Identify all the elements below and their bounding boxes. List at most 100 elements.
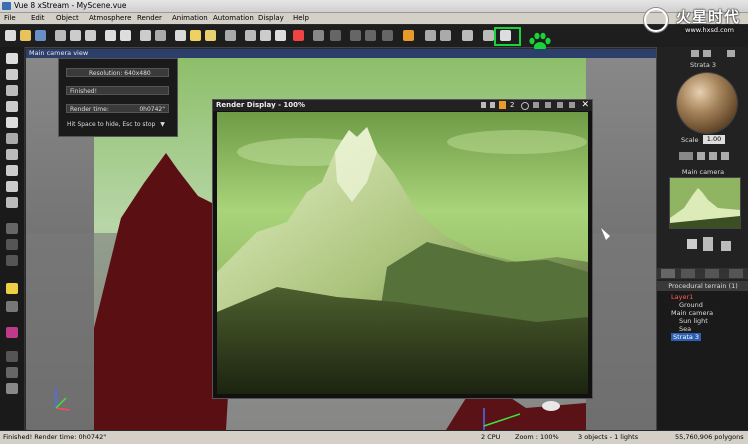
view-options-icon[interactable] [330,30,341,41]
camera-icon[interactable] [6,181,18,192]
material-option-icon[interactable] [697,152,705,160]
material-option-icon[interactable] [709,152,717,160]
material-option-icon[interactable] [721,152,729,160]
material-icon[interactable] [225,30,236,41]
status-bar: Finished! Render time: 0h0742" 2 CPU Zoo… [0,431,748,444]
weather-icon[interactable] [205,30,216,41]
animation-icon[interactable] [462,30,473,41]
nav-back-icon[interactable] [691,50,699,57]
material-title: Strata 3 [689,61,717,69]
redo-icon[interactable] [120,30,131,41]
panel-options-icon[interactable] [727,50,735,57]
cube-icon[interactable] [6,197,18,208]
new-icon[interactable] [5,30,16,41]
render-display-window[interactable]: Render Display - 100% 2 ✕ [212,99,593,399]
sphere-icon[interactable] [6,69,18,80]
hide-hint[interactable]: Hit Space to hide, Esc to stop ▼ [67,121,175,128]
tab-library[interactable] [705,269,719,278]
resolution-text: Resolution: 640x480 [89,70,151,77]
terrain-icon[interactable] [6,85,18,96]
undo-icon[interactable] [105,30,116,41]
bulb-icon[interactable] [6,383,18,394]
menu-automation[interactable]: Automation [213,14,254,22]
brush-icon[interactable] [275,30,286,41]
save-icon[interactable] [35,30,46,41]
group-icon[interactable] [6,223,18,234]
fog-icon[interactable] [6,301,18,312]
stop-icon[interactable] [490,102,495,108]
render-region-icon[interactable] [499,101,506,109]
save-render-icon[interactable] [545,102,551,108]
tree-item-sun[interactable]: Sun light [679,317,708,325]
camera-preview[interactable] [669,177,741,229]
zoom-icon[interactable] [313,30,324,41]
sun-cloud-icon[interactable] [190,30,201,41]
copy-render-icon[interactable] [557,102,563,108]
menu-animation[interactable]: Animation [172,14,208,22]
stats-icon[interactable] [6,351,18,362]
edit-object-icon[interactable] [140,30,151,41]
metablob-icon[interactable] [6,255,18,266]
menu-edit[interactable]: Edit [31,14,45,22]
rock-icon[interactable] [6,101,18,112]
options-icon[interactable] [533,102,539,108]
hand-pan-icon[interactable] [687,239,697,249]
cut-icon[interactable] [55,30,66,41]
sun-icon[interactable] [6,283,18,294]
right-panel: Strata 3 Scale 1.00 Main camera Procedur… [656,47,748,430]
watermark: 火星时代 www.hxsd.com [640,6,740,36]
pause-icon[interactable] [481,102,486,108]
watermark-text: 火星时代 [675,8,740,26]
scale-input[interactable]: 1.00 [703,135,725,144]
nav-forward-icon[interactable] [703,50,711,57]
color-balls-icon[interactable] [293,30,304,41]
camera-move-icon[interactable] [703,237,713,251]
menu-atmosphere[interactable]: Atmosphere [89,14,131,22]
zoom-icon[interactable] [521,102,529,110]
tree-item-layer[interactable]: Layer1 [671,293,693,301]
viewport-header: Main camera view [26,49,656,58]
light-tool-icon[interactable] [260,30,271,41]
hierarchy-icon[interactable] [6,367,18,378]
move-icon[interactable] [155,30,166,41]
toggle-icon[interactable] [365,30,376,41]
cylinder-icon[interactable] [6,133,18,144]
camera-tool-icon[interactable] [245,30,256,41]
film-icon[interactable] [440,30,451,41]
film-icon[interactable] [425,30,436,41]
menu-object[interactable]: Object [56,14,79,22]
sphere-color-icon[interactable] [6,327,18,338]
menu-help[interactable]: Help [293,14,309,22]
camera-orbit-icon[interactable] [721,241,731,251]
open-icon[interactable] [20,30,31,41]
plant-icon[interactable] [6,117,18,128]
boolean-icon[interactable] [6,239,18,250]
render-options-icon[interactable] [483,30,494,41]
text-icon[interactable] [6,149,18,160]
material-preview-sphere[interactable] [677,73,737,133]
menu-render[interactable]: Render [137,14,162,22]
tree-item-strata[interactable]: Strata 3 [671,333,702,341]
pin-icon[interactable] [569,102,575,108]
tree-item-sea[interactable]: Sea [679,325,691,333]
atmosphere-icon[interactable] [175,30,186,41]
copy-icon[interactable] [70,30,81,41]
light-icon[interactable] [6,165,18,176]
tab-materials[interactable] [681,269,695,278]
tab-objects[interactable] [661,269,675,278]
close-icon[interactable]: ✕ [581,100,589,110]
menu-file[interactable]: File [4,14,16,22]
tab-links[interactable] [729,269,743,278]
paste-icon[interactable] [85,30,96,41]
tree-item-ground[interactable]: Ground [679,301,703,309]
tree-item-camera[interactable]: Main camera [671,309,713,317]
menu-display[interactable]: Display [258,14,284,22]
toggle-icon[interactable] [350,30,361,41]
render-area-icon[interactable] [403,30,414,41]
triangle-down-icon[interactable]: ▼ [160,121,165,128]
snap-icon[interactable] [382,30,393,41]
page-number[interactable]: 2 [510,101,514,109]
tree-icon[interactable] [6,53,18,64]
material-option-icon[interactable] [679,152,693,160]
render-window-titlebar[interactable]: Render Display - 100% 2 ✕ [213,100,592,111]
